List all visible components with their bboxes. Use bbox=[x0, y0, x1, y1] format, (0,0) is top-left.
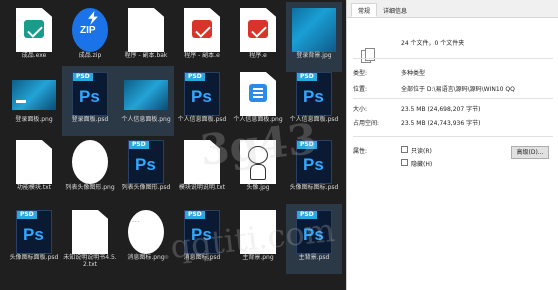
file-name: 登录背景.jpg bbox=[296, 52, 332, 59]
file-name: 主背景.psd bbox=[298, 254, 330, 261]
file-item[interactable]: 程序 - 副本.e bbox=[174, 2, 230, 72]
file-name: 程序 - 副本.e bbox=[184, 52, 220, 59]
file-item[interactable]: 列表头像图形.png bbox=[62, 134, 118, 204]
properties-dialog: 常规 详细信息 24 个文件，0 个文件夹 类型: 多种类型 位置: 全部位于 … bbox=[346, 0, 558, 290]
photoshop-file-icon: PSD Ps bbox=[296, 210, 332, 254]
hidden-label: 隐藏(H) bbox=[411, 161, 433, 168]
file-name: 头像.jpg bbox=[246, 184, 270, 191]
file-item[interactable]: PSD Ps 列表头像图形.psd bbox=[118, 134, 174, 204]
file-name: 未知说明说明书4.5.2.txt bbox=[63, 254, 117, 268]
size-label: 大小: bbox=[353, 106, 368, 113]
tab-bar: 常规 详细信息 bbox=[347, 0, 558, 18]
multiple-files-icon bbox=[361, 48, 377, 66]
file-name: 个人信息面板.png bbox=[121, 116, 171, 123]
attributes-label: 属性: bbox=[353, 148, 368, 155]
chat-bubble-icon: ··· bbox=[128, 210, 164, 254]
type-value: 多种类型 bbox=[401, 70, 426, 77]
file-item[interactable]: 登录面板.png bbox=[6, 66, 62, 136]
photoshop-file-icon: PSD Ps bbox=[16, 210, 52, 254]
file-item[interactable]: 头像.jpg bbox=[230, 134, 286, 204]
divider bbox=[353, 58, 553, 59]
photoshop-file-icon: PSD Ps bbox=[184, 210, 220, 254]
file-grid: 成品.exe ZIP 成品.zip 程序 - 副本.bak 程序 - 副本.e … bbox=[0, 0, 346, 290]
file-name: 模块说明说明.txt bbox=[178, 184, 226, 191]
file-name: 列表头像图形.png bbox=[65, 184, 115, 191]
selection-summary: 24 个文件，0 个文件夹 bbox=[401, 40, 465, 47]
file-item[interactable]: PSD Ps 登录面板.psd bbox=[62, 66, 118, 136]
file-item[interactable]: PSD Ps 消息图标.psd bbox=[174, 204, 230, 274]
teal-check-file-icon bbox=[16, 8, 52, 52]
file-name: 消息图标.psd bbox=[183, 254, 221, 261]
blank-document-icon bbox=[72, 210, 108, 254]
red-check-file-icon bbox=[184, 8, 220, 52]
file-item[interactable]: ··· 消息图标.png bbox=[118, 204, 174, 274]
advanced-button[interactable]: 高级(D)... bbox=[511, 146, 549, 159]
readonly-checkbox[interactable] bbox=[401, 146, 408, 153]
file-name: 成品.zip bbox=[78, 52, 102, 59]
sketch-avatar-icon bbox=[240, 140, 276, 184]
file-item[interactable]: 主背景.png bbox=[230, 204, 286, 274]
blue-image-thumbnail-icon bbox=[12, 80, 56, 110]
file-name: 个人信息面板.png bbox=[233, 116, 283, 123]
file-item[interactable]: 登录背景.jpg bbox=[286, 2, 342, 72]
size-value: 23.5 MB (24,698,207 字节) bbox=[401, 106, 481, 113]
file-name: 列表头像图形.psd bbox=[121, 184, 171, 191]
tab-general[interactable]: 常规 bbox=[351, 3, 378, 17]
disk-size-value: 23.5 MB (24,743,936 字节) bbox=[401, 120, 481, 127]
file-item[interactable]: 成品.exe bbox=[6, 2, 62, 72]
file-item[interactable]: 程序 - 副本.bak bbox=[118, 2, 174, 72]
file-name: 功能模块.txt bbox=[16, 184, 52, 191]
file-name: 个人信息面板.psd bbox=[289, 116, 339, 123]
file-name: 头像图标面板.psd bbox=[9, 254, 59, 261]
white-bar-icon bbox=[240, 210, 276, 254]
list-document-icon bbox=[240, 72, 276, 116]
hidden-checkbox[interactable] bbox=[401, 159, 408, 166]
file-name: 个人信息面板.psd bbox=[177, 116, 227, 123]
tab-details[interactable]: 详细信息 bbox=[377, 4, 413, 18]
divider bbox=[353, 136, 553, 137]
file-name: 登录面板.psd bbox=[71, 116, 109, 123]
readonly-label: 只读(R) bbox=[411, 148, 432, 155]
file-item[interactable]: PSD Ps 头像图标面板.psd bbox=[6, 204, 62, 274]
blue-image-thumbnail-icon bbox=[292, 8, 336, 52]
file-name: 登录面板.png bbox=[15, 116, 53, 123]
photoshop-file-icon: PSD Ps bbox=[296, 72, 332, 116]
file-item[interactable]: PSD Ps 主背景.psd bbox=[286, 204, 342, 274]
white-circle-icon bbox=[72, 140, 108, 184]
photoshop-file-icon: PSD Ps bbox=[72, 72, 108, 116]
photoshop-file-icon: PSD Ps bbox=[296, 140, 332, 184]
blank-document-icon bbox=[184, 140, 220, 184]
blue-image-thumbnail-icon bbox=[124, 80, 168, 110]
type-label: 类型: bbox=[353, 70, 368, 77]
location-label: 位置: bbox=[353, 86, 368, 93]
file-name: 程序 - 副本.bak bbox=[124, 52, 168, 59]
zip-archive-icon: ZIP bbox=[72, 8, 108, 52]
file-item[interactable]: PSD Ps 头像图标图标.psd bbox=[286, 134, 342, 204]
file-name: 成品.exe bbox=[21, 52, 47, 59]
blank-document-icon bbox=[16, 140, 52, 184]
file-item[interactable]: 程序.e bbox=[230, 2, 286, 72]
file-item[interactable]: PSD Ps 个人信息面板.psd bbox=[174, 66, 230, 136]
red-check-file-icon bbox=[240, 8, 276, 52]
blank-document-icon bbox=[128, 8, 164, 52]
photoshop-file-icon: PSD Ps bbox=[184, 72, 220, 116]
file-item[interactable]: 功能模块.txt bbox=[6, 134, 62, 204]
file-item[interactable]: 未知说明说明书4.5.2.txt bbox=[62, 204, 118, 274]
location-value: 全部位于 D:\易语言\源码\源码\WIN10 QQ bbox=[401, 86, 515, 93]
photoshop-file-icon: PSD Ps bbox=[128, 140, 164, 184]
file-name: 主背景.png bbox=[242, 254, 274, 261]
file-name: 消息图标.png bbox=[127, 254, 165, 261]
file-item[interactable]: 模块说明说明.txt bbox=[174, 134, 230, 204]
file-item[interactable]: PSD Ps 个人信息面板.psd bbox=[286, 66, 342, 136]
file-item[interactable]: 个人信息面板.png bbox=[118, 66, 174, 136]
file-name: 头像图标图标.psd bbox=[289, 184, 339, 191]
file-item[interactable]: 个人信息面板.png bbox=[230, 66, 286, 136]
file-item[interactable]: ZIP 成品.zip bbox=[62, 2, 118, 72]
file-name: 程序.e bbox=[249, 52, 267, 59]
disk-size-label: 占用空间: bbox=[353, 120, 380, 127]
divider bbox=[353, 98, 553, 99]
